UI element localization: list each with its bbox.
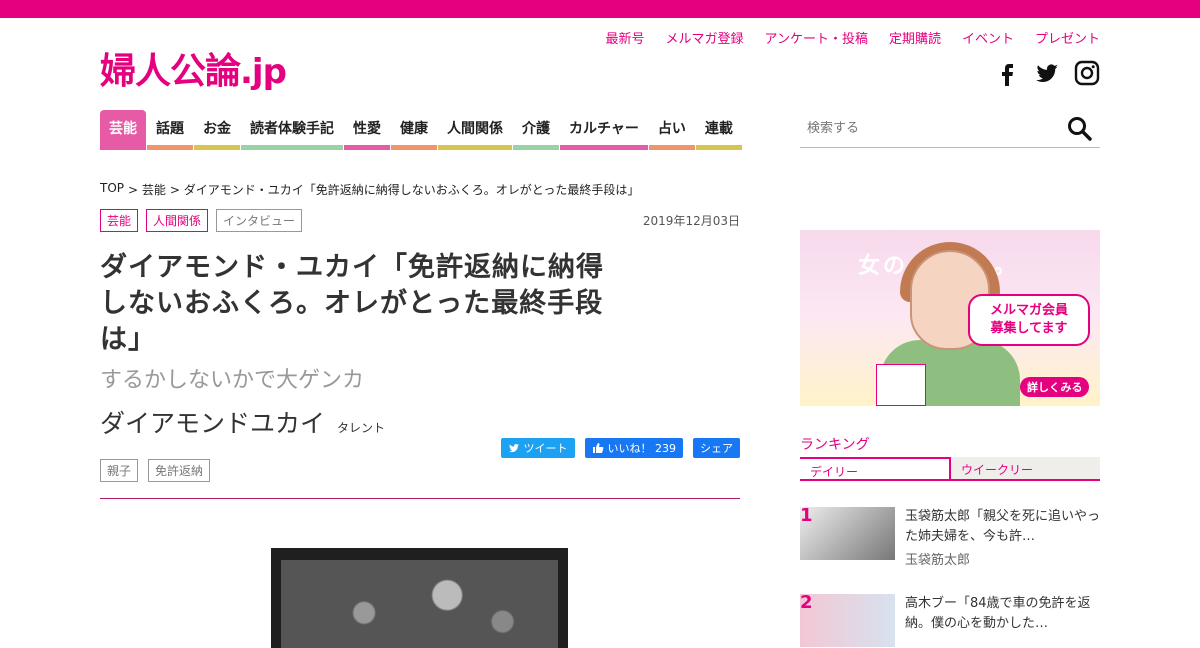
- nav-item[interactable]: 性愛: [344, 110, 390, 150]
- nav-item[interactable]: 読者体験手記: [241, 110, 343, 150]
- top-link-presents[interactable]: プレゼント: [1035, 28, 1100, 47]
- like-button[interactable]: いいね！ 239: [584, 438, 683, 458]
- top-link-survey[interactable]: アンケート・投稿: [764, 28, 867, 47]
- article-divider: [100, 498, 740, 499]
- keyword-tag-license-return[interactable]: 免許返納: [148, 459, 211, 482]
- site-logo[interactable]: 婦人公論.jp: [100, 51, 287, 93]
- tag-relationships[interactable]: 人間関係: [146, 209, 209, 232]
- top-accent-bar: [0, 0, 1200, 18]
- top-link-newsletter[interactable]: メルマガ登録: [665, 28, 743, 47]
- nav-item[interactable]: 芸能: [100, 110, 146, 150]
- article-photo: [271, 548, 568, 648]
- photo-content: [281, 560, 558, 648]
- search-icon[interactable]: [1066, 115, 1094, 143]
- article-tags: 芸能 人間関係 インタビュー: [100, 209, 303, 232]
- thumbs-up-icon: [592, 443, 603, 453]
- author-block: ダイアモンドユカイ タレント: [100, 404, 385, 440]
- ranking-thumbnail: [800, 594, 895, 647]
- share-buttons: ツイート いいね！ 239 シェア: [500, 438, 740, 458]
- nav-item[interactable]: 人間関係: [438, 110, 512, 150]
- nav-item[interactable]: 話題: [147, 110, 193, 150]
- breadcrumb-current: > ダイアモンド・ユカイ「免許返納に納得しないおふくろ。オレがとった最終手段は」: [169, 183, 640, 197]
- rank-number: 1: [800, 505, 813, 526]
- publish-date: 2019年12月03日: [642, 214, 740, 228]
- facebook-icon[interactable]: [994, 60, 1020, 86]
- breadcrumb-category[interactable]: > 芸能: [128, 181, 166, 198]
- keyword-tag-parent-child[interactable]: 親子: [100, 459, 139, 482]
- twitter-icon[interactable]: [1034, 60, 1060, 86]
- nav-item[interactable]: 占い: [648, 110, 695, 150]
- twitter-icon: [508, 444, 519, 453]
- top-link-latest[interactable]: 最新号: [605, 28, 644, 47]
- top-link-events[interactable]: イベント: [962, 28, 1014, 47]
- ranking-headline: 玉袋筋太郎「親父を死に追いやった姉夫婦を、今も許…: [905, 509, 1101, 544]
- breadcrumb-top[interactable]: TOP: [100, 181, 124, 198]
- ranking-tabs: デイリー ウイークリー: [800, 457, 1100, 481]
- author-role: タレント: [337, 421, 386, 435]
- ranking-thumbnail: [800, 507, 895, 560]
- nav-item[interactable]: 介護: [513, 110, 559, 150]
- tag-interview[interactable]: インタビュー: [216, 209, 303, 232]
- banner-speech-bubble: メルマガ会員 募集してます: [968, 294, 1090, 346]
- ranking-item[interactable]: 2 高木ブー「84歳で車の免許を返納。僕の心を動かした…: [800, 592, 1100, 647]
- ranking-title: ランキング: [800, 437, 870, 453]
- tweet-button[interactable]: ツイート: [500, 438, 575, 458]
- nav-item[interactable]: お金: [194, 110, 240, 150]
- bubble-line-2: 募集してます: [990, 321, 1068, 336]
- like-label: いいね！ 239: [607, 442, 677, 455]
- category-nav: 芸能 話題 お金 読者体験手記 性愛 健康 人間関係 介護 カルチャー 占い 連載: [100, 110, 743, 150]
- breadcrumb: TOP > 芸能 > ダイアモンド・ユカイ「免許返納に納得しないおふくろ。オレが…: [100, 181, 639, 198]
- tweet-label: ツイート: [523, 442, 568, 455]
- tab-weekly[interactable]: ウイークリー: [951, 457, 1100, 481]
- rank-number: 2: [800, 592, 813, 613]
- newsletter-banner[interactable]: 女の 輝きを。 メルマガ会員 募集してます 詳しくみる: [800, 230, 1100, 406]
- social-links: [994, 60, 1100, 86]
- search-box: [800, 110, 1100, 148]
- bubble-line-1: メルマガ会員: [989, 303, 1068, 318]
- author-name[interactable]: ダイアモンドユカイ: [100, 404, 325, 440]
- top-links: 最新号 メルマガ登録 アンケート・投稿 定期購読 イベント プレゼント: [605, 28, 1100, 47]
- nav-item[interactable]: 健康: [391, 110, 437, 150]
- tab-daily[interactable]: デイリー: [800, 457, 951, 481]
- search-input[interactable]: [800, 121, 1040, 136]
- top-link-subscription[interactable]: 定期購読: [889, 28, 941, 47]
- article-title: ダイアモンド・ユカイ「免許返納に納得しないおふくろ。オレがとった最終手段は」: [100, 252, 604, 355]
- tag-geinou[interactable]: 芸能: [100, 209, 139, 232]
- keyword-tags: 親子 免許返納: [100, 459, 211, 482]
- instagram-icon[interactable]: [1074, 60, 1100, 86]
- banner-magazine: [876, 364, 926, 406]
- ranking-item[interactable]: 1 玉袋筋太郎「親父を死に追いやった姉夫婦を、今も許… 玉袋筋太郎: [800, 505, 1101, 571]
- nav-item[interactable]: 連載: [695, 110, 742, 150]
- logo-text: 婦人公論: [100, 51, 241, 92]
- ranking-headline: 高木ブー「84歳で車の免許を返納。僕の心を動かした…: [905, 596, 1091, 631]
- banner-more-button[interactable]: 詳しくみる: [1020, 377, 1090, 397]
- share-button[interactable]: シェア: [693, 438, 740, 458]
- nav-item[interactable]: カルチャー: [560, 110, 648, 150]
- logo-suffix: .jp: [240, 52, 287, 92]
- ranking-author: 玉袋筋太郎: [905, 553, 971, 568]
- article-subtitle: するかしないかで大ゲンカ: [100, 368, 365, 393]
